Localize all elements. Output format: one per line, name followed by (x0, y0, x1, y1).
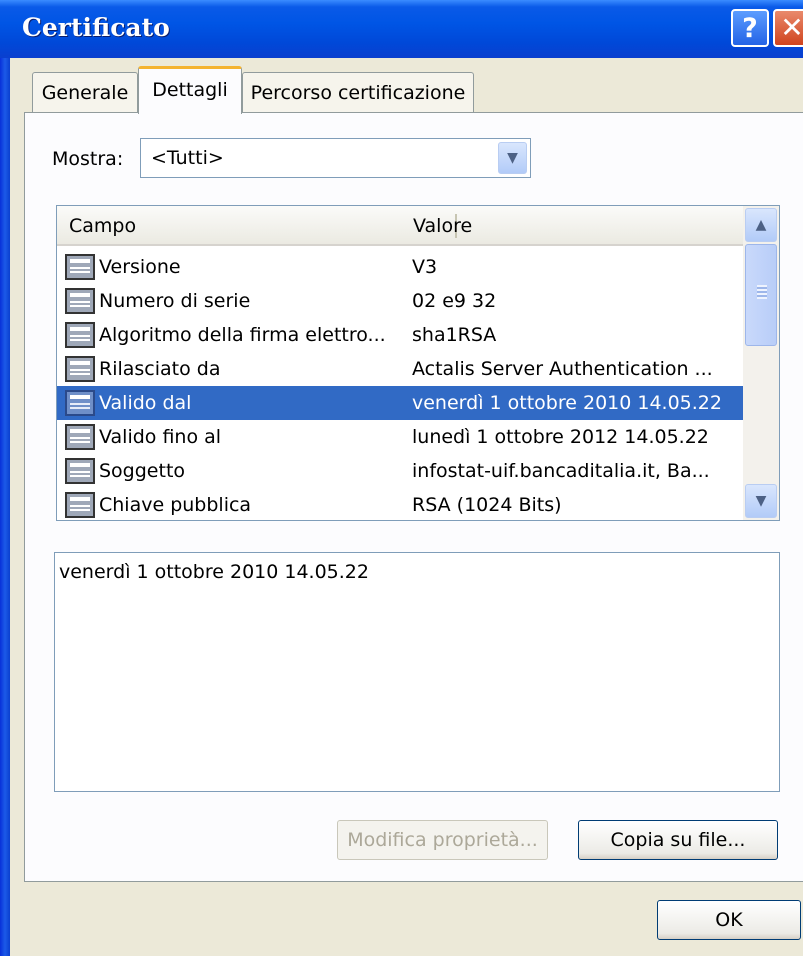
list-item[interactable]: Numero di serie 02 e9 32 (57, 284, 743, 318)
field-value: RSA (1024 Bits) (412, 494, 562, 516)
tab-dettagli[interactable]: Dettagli (138, 66, 242, 114)
copy-to-file-button[interactable]: Copia su file... (578, 820, 778, 860)
close-button[interactable]: ✕ (773, 9, 803, 47)
show-label: Mostra: (52, 148, 124, 170)
field-value: lunedì 1 ottobre 2012 14.05.22 (412, 426, 709, 448)
list-item[interactable]: Algoritmo della firma elettro... sha1RSA (57, 318, 743, 352)
list-item[interactable]: Soggetto infostat-uif.bancaditalia.it, B… (57, 454, 743, 488)
show-filter-dropdown[interactable]: <Tutti> ▼ (140, 138, 531, 178)
field-value: venerdì 1 ottobre 2010 14.05.22 (412, 392, 722, 414)
field-name: Soggetto (99, 460, 186, 482)
certificate-field-icon (65, 390, 95, 416)
tab-generale[interactable]: Generale (32, 72, 138, 112)
help-icon: ? (742, 13, 758, 44)
field-name: Numero di serie (99, 290, 251, 312)
field-value: V3 (412, 256, 438, 278)
column-header-valore[interactable]: Valore (413, 206, 472, 244)
field-name: Chiave pubblica (99, 494, 252, 516)
field-name: Valido dal (99, 392, 192, 414)
list-item[interactable]: Versione V3 (57, 250, 743, 284)
field-name: Valido fino al (99, 426, 222, 448)
field-detail-textbox[interactable]: venerdì 1 ottobre 2010 14.05.22 (54, 552, 780, 792)
field-name: Algoritmo della firma elettro... (99, 324, 386, 346)
certificate-fields-list[interactable]: Campo Valore Versione V3 Numero di serie… (56, 205, 780, 521)
certificate-field-icon (65, 322, 95, 348)
window-left-border (0, 0, 10, 956)
field-value: infostat-uif.bancaditalia.it, Ba... (412, 460, 710, 482)
help-button[interactable]: ? (731, 9, 769, 47)
certificate-field-icon (65, 458, 95, 484)
column-header-campo[interactable]: Campo (69, 206, 136, 244)
certificate-field-icon (65, 492, 95, 518)
list-item[interactable]: Valido fino al lunedì 1 ottobre 2012 14.… (57, 420, 743, 454)
close-icon: ✕ (780, 11, 803, 44)
certificate-field-icon (65, 288, 95, 314)
certificate-field-icon (65, 424, 95, 450)
title-bar[interactable]: Certificato ? ✕ (0, 0, 803, 58)
list-scrollbar[interactable]: ▲ ▼ (743, 206, 779, 520)
chevron-down-icon[interactable]: ▼ (498, 142, 527, 174)
chevron-up-icon[interactable]: ▲ (745, 208, 777, 242)
ok-button[interactable]: OK (657, 900, 801, 940)
field-name: Rilasciato da (99, 358, 221, 380)
chevron-down-icon[interactable]: ▼ (745, 484, 777, 518)
edit-properties-button[interactable]: Modifica proprietà... (337, 820, 548, 860)
field-value: 02 e9 32 (412, 290, 497, 312)
list-header: Campo Valore (57, 206, 743, 246)
window-title: Certificato (22, 13, 170, 42)
show-filter-value: <Tutti> (151, 147, 224, 169)
list-item[interactable]: Rilasciato da Actalis Server Authenticat… (57, 352, 743, 386)
tab-percorso-certificazione[interactable]: Percorso certificazione (242, 72, 474, 112)
field-name: Versione (99, 256, 181, 278)
field-value: sha1RSA (412, 324, 497, 346)
list-item[interactable]: Chiave pubblica RSA (1024 Bits) (57, 488, 743, 520)
grip-icon (757, 285, 767, 299)
list-item-selected[interactable]: Valido dal venerdì 1 ottobre 2010 14.05.… (57, 386, 743, 420)
scrollbar-thumb[interactable] (745, 244, 777, 346)
certificate-field-icon (65, 356, 95, 382)
field-detail-text: venerdì 1 ottobre 2010 14.05.22 (59, 561, 369, 583)
field-value: Actalis Server Authentication ... (412, 358, 713, 380)
certificate-field-icon (65, 254, 95, 280)
